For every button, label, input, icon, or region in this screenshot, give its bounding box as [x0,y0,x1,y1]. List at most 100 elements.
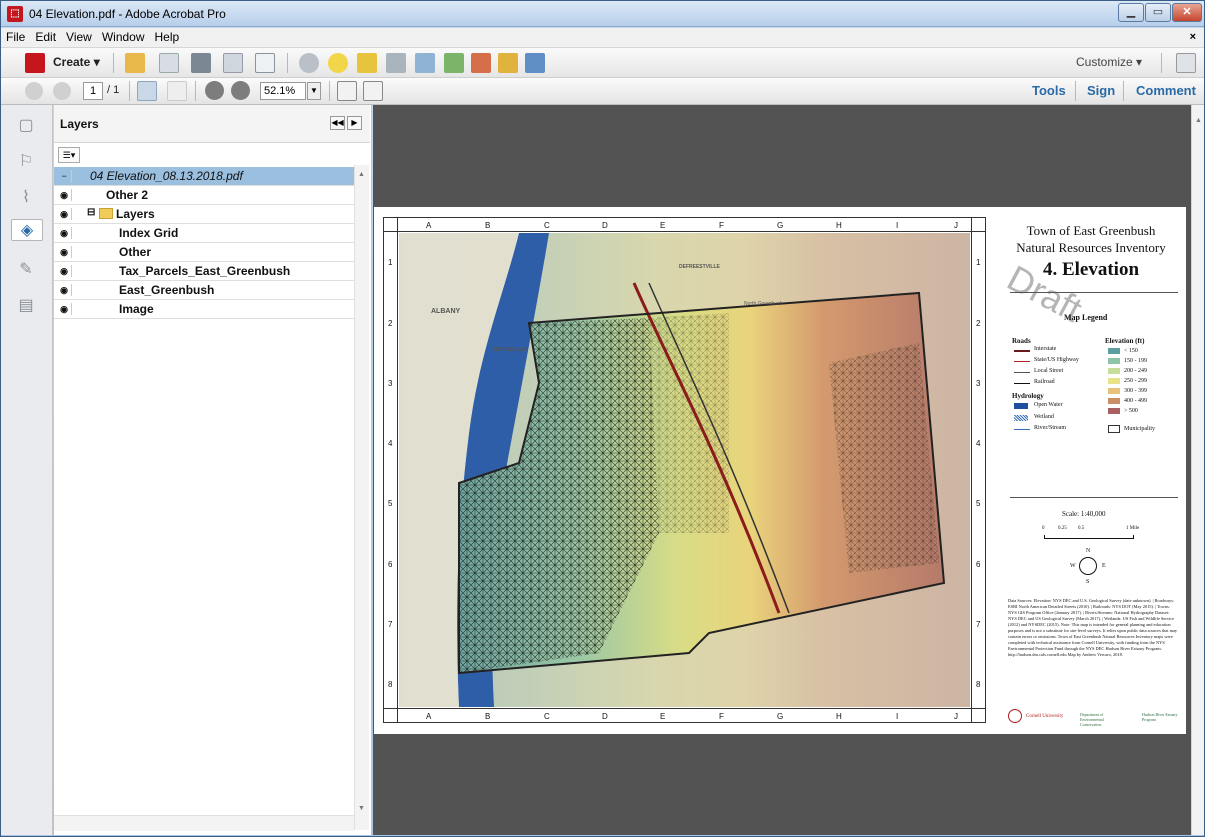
document-vertical-scrollbar[interactable]: ▲ [1191,105,1204,835]
save-icon[interactable] [159,53,179,73]
eye-icon[interactable]: ◉ [57,246,72,258]
close-button[interactable]: ✕ [1172,3,1202,22]
separator [287,53,288,73]
eye-icon[interactable]: ◉ [57,227,72,239]
hand-tool-icon[interactable] [167,81,187,101]
open-icon[interactable] [125,53,145,73]
layer-row-document[interactable]: − 04 Elevation_08.13.2018.pdf [54,167,354,186]
previous-page-icon[interactable] [25,82,43,100]
menu-file[interactable]: File [1,28,30,44]
eye-icon[interactable]: ◉ [57,189,72,201]
attach-icon[interactable] [498,53,518,73]
create-icon[interactable] [25,53,45,73]
layers-horizontal-scrollbar[interactable] [54,815,354,831]
elevation-swatch-4 [1108,388,1120,394]
grid-column-label: E [660,221,666,230]
expand-icon[interactable] [1176,53,1196,73]
grid-row-label: 5 [388,499,393,508]
layer-name: 04 Elevation_08.13.2018.pdf [90,169,243,183]
grid-column-label: H [836,712,842,721]
layers-vertical-scrollbar[interactable]: ▲ ▼ [354,165,369,830]
place-label: ALBANY [431,308,460,315]
attachments-icon[interactable]: ⌇ [15,187,37,209]
grid-column-label: F [719,712,724,721]
create-button[interactable]: Create ▾ [53,55,100,69]
divider [1010,497,1178,498]
comment-icon[interactable] [328,53,348,73]
scan-icon[interactable] [525,53,545,73]
layer-row-image[interactable]: ◉ Image [54,300,354,319]
expand-panel-icon[interactable]: ▶ [347,116,362,130]
menu-window[interactable]: Window [97,28,150,44]
signatures-icon[interactable]: ✎ [15,259,37,281]
scroll-up-icon[interactable]: ▲ [1195,117,1202,124]
page-number-input[interactable]: 1 [83,82,103,100]
zoom-level-input[interactable]: 52.1% [260,82,306,100]
scrolling-mode-icon[interactable] [337,81,357,101]
interstate-swatch [1014,350,1030,352]
sign-icon[interactable] [357,53,377,73]
grid-column-label: I [896,712,899,721]
menu-edit[interactable]: Edit [30,28,61,44]
zoom-dropdown-icon[interactable]: ▼ [307,82,321,100]
zoom-out-icon[interactable] [205,81,224,100]
grid-column-label: D [602,712,608,721]
layer-options-button[interactable]: ☰▾ [58,147,80,163]
grid-column-label: G [777,712,784,721]
grid-column-label: F [719,221,724,230]
eye-icon[interactable]: ◉ [57,303,72,315]
tools-tab[interactable]: Tools [1032,83,1066,98]
email-icon[interactable] [255,53,275,73]
zoom-in-icon[interactable] [231,81,250,100]
expand-toggle-icon[interactable]: ⊟ [87,207,95,218]
layers-icon[interactable]: ◈ [11,219,43,241]
page-thumbnails-icon[interactable]: ▢ [15,115,37,137]
menu-help[interactable]: Help [150,28,185,44]
elevation-swatch-6 [1108,408,1120,414]
collapse-toggle-icon[interactable]: − [57,170,72,182]
scale-tick-1: 0.25 [1058,526,1067,531]
grid-column-label: B [485,712,491,721]
scale-bar [1044,535,1134,539]
grid-row-label: 1 [976,258,981,267]
layer-row-east-greenbush[interactable]: ◉ East_Greenbush [54,281,354,300]
layer-row-other[interactable]: ◉ Other [54,243,354,262]
minimize-button[interactable]: ▁ [1118,3,1144,22]
grid-column-label: I [896,221,899,230]
export-icon[interactable] [415,53,435,73]
bookmarks-icon[interactable]: ⚐ [15,151,37,173]
grid-row-label: 8 [976,680,981,689]
scroll-up-icon[interactable]: ▲ [358,171,365,178]
edit-icon[interactable] [223,53,243,73]
eye-icon[interactable]: ◉ [57,265,72,277]
content-icon[interactable]: ▤ [15,295,37,317]
next-page-icon[interactable] [53,82,71,100]
layer-row-other-2[interactable]: ◉ Other 2 [54,186,354,205]
grid-row-label: 5 [976,499,981,508]
layer-row-index-grid[interactable]: ◉ Index Grid [54,224,354,243]
maximize-button[interactable]: ▭ [1145,3,1171,22]
settings-icon[interactable] [299,53,319,73]
elevation-class-5: 400 - 499 [1124,398,1147,404]
scroll-down-icon[interactable]: ▼ [358,805,365,812]
eye-icon[interactable]: ◉ [57,284,72,296]
collapse-panel-icon[interactable]: ◀◀ [330,116,345,130]
print-icon[interactable] [191,53,211,73]
layer-row-tax-parcels[interactable]: ◉ Tax_Parcels_East_Greenbush [54,262,354,281]
document-close-icon[interactable]: × [1190,31,1196,43]
protect-icon[interactable] [444,53,464,73]
eye-icon[interactable]: ◉ [57,208,72,220]
separator [1161,53,1162,73]
sign-tab[interactable]: Sign [1087,83,1115,98]
layer-row-layers[interactable]: ◉ ⊟ Layers [54,205,354,224]
form-icon[interactable] [471,53,491,73]
elevation-class-1: 150 - 199 [1124,358,1147,364]
customize-button[interactable]: Customize ▾ [1076,55,1142,69]
combine-icon[interactable] [386,53,406,73]
grid-row-label: 1 [388,258,393,267]
menu-view[interactable]: View [61,28,97,44]
select-cursor-icon[interactable] [137,81,157,101]
fit-page-icon[interactable] [363,81,383,101]
comment-tab[interactable]: Comment [1136,83,1196,98]
layers-panel-header: Layers ◀◀ ▶ [54,105,370,143]
